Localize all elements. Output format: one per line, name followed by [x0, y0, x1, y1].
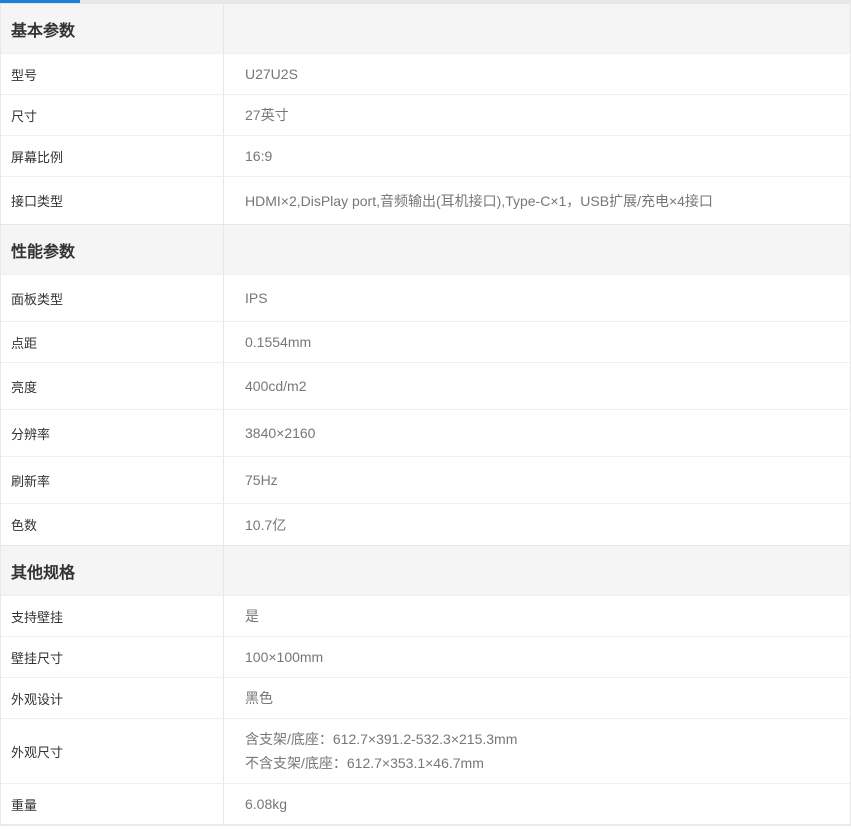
spec-row-aspect-ratio: 屏幕比例 16:9 — [1, 135, 850, 176]
spec-row-brightness: 亮度 400cd/m2 — [1, 362, 850, 409]
spec-value: 10.7亿 — [224, 504, 850, 545]
spec-value: U27U2S — [224, 54, 850, 94]
spec-label: 屏幕比例 — [1, 136, 224, 176]
spec-value-text: HDMI×2,DisPlay port,音频输出(耳机接口),Type-C×1，… — [245, 192, 713, 209]
spec-label: 接口类型 — [1, 177, 224, 224]
spec-value-text: 27英寸 — [245, 107, 289, 123]
spec-label: 型号 — [1, 54, 224, 94]
spec-value-text: 75Hz — [245, 472, 278, 488]
spec-value-text: 6.08kg — [245, 796, 288, 812]
spec-value-text: 是 — [245, 608, 259, 624]
spec-label: 亮度 — [1, 363, 224, 409]
spec-row-size: 尺寸 27英寸 — [1, 94, 850, 135]
spec-row-appearance: 外观设计 黑色 — [1, 677, 850, 718]
spec-row-refresh-rate: 刷新率 75Hz — [1, 456, 850, 503]
spec-value-text: 含支架/底座：612.7×391.2-532.3×215.3mm — [245, 731, 518, 747]
spec-row-resolution: 分辨率 3840×2160 — [1, 409, 850, 456]
spec-value: 400cd/m2 — [224, 363, 850, 409]
spec-value: 6.08kg — [224, 784, 850, 824]
spec-value-text: 0.1554mm — [245, 334, 312, 350]
spec-label: 分辨率 — [1, 410, 224, 456]
spec-value-text: 100×100mm — [245, 649, 324, 665]
spec-row-pixel-pitch: 点距 0.1554mm — [1, 321, 850, 362]
section-header-performance: 性能参数 — [1, 224, 850, 274]
spec-label: 外观尺寸 — [1, 719, 224, 783]
section-header-other: 其他规格 — [1, 545, 850, 595]
spec-value: 75Hz — [224, 457, 850, 503]
spec-value-text: 不含支架/底座：612.7×353.1×46.7mm — [245, 755, 484, 771]
section-header-basic: 基本参数 — [1, 3, 850, 53]
spec-label: 支持壁挂 — [1, 596, 224, 636]
spec-row-dimensions: 外观尺寸 含支架/底座：612.7×391.2-532.3×215.3mm 不含… — [1, 718, 850, 783]
spec-value-text: 3840×2160 — [245, 425, 316, 441]
spec-value-text: 400cd/m2 — [245, 378, 307, 394]
spec-label: 壁挂尺寸 — [1, 637, 224, 677]
section-title: 基本参数 — [1, 4, 224, 53]
spec-value: HDMI×2,DisPlay port,音频输出(耳机接口),Type-C×1，… — [224, 177, 850, 224]
spec-value-text: IPS — [245, 290, 268, 306]
spec-value-text: 黑色 — [245, 690, 273, 706]
spec-value-text: 10.7亿 — [245, 516, 287, 533]
spec-value-text: U27U2S — [245, 66, 298, 82]
spec-label: 色数 — [1, 504, 224, 545]
spec-row-model: 型号 U27U2S — [1, 53, 850, 94]
spec-row-weight: 重量 6.08kg — [1, 783, 850, 824]
spec-label: 尺寸 — [1, 95, 224, 135]
spec-value: 27英寸 — [224, 95, 850, 135]
spec-value: 100×100mm — [224, 637, 850, 677]
spec-value: 含支架/底座：612.7×391.2-532.3×215.3mm 不含支架/底座… — [224, 719, 850, 783]
spec-value: 是 — [224, 596, 850, 636]
spec-row-colors: 色数 10.7亿 — [1, 503, 850, 545]
spec-value: IPS — [224, 275, 850, 321]
table-bottom-border — [1, 824, 850, 826]
spec-label: 面板类型 — [1, 275, 224, 321]
top-tab-bar — [0, 0, 851, 3]
spec-label: 重量 — [1, 784, 224, 824]
active-tab-indicator — [0, 0, 80, 3]
spec-row-interfaces: 接口类型 HDMI×2,DisPlay port,音频输出(耳机接口),Type… — [1, 176, 850, 224]
spec-value: 0.1554mm — [224, 322, 850, 362]
spec-label: 点距 — [1, 322, 224, 362]
spec-value-text: 16:9 — [245, 148, 273, 164]
spec-label: 外观设计 — [1, 678, 224, 718]
spec-row-wall-mount-size: 壁挂尺寸 100×100mm — [1, 636, 850, 677]
spec-row-wall-mount: 支持壁挂 是 — [1, 595, 850, 636]
spec-table: 基本参数 型号 U27U2S 尺寸 27英寸 屏幕比例 16:9 接口类型 HD… — [0, 3, 851, 826]
spec-value: 3840×2160 — [224, 410, 850, 456]
section-title: 性能参数 — [1, 225, 224, 274]
section-title: 其他规格 — [1, 546, 224, 595]
spec-label: 刷新率 — [1, 457, 224, 503]
spec-value: 16:9 — [224, 136, 850, 176]
spec-row-panel-type: 面板类型 IPS — [1, 274, 850, 321]
spec-value: 黑色 — [224, 678, 850, 718]
